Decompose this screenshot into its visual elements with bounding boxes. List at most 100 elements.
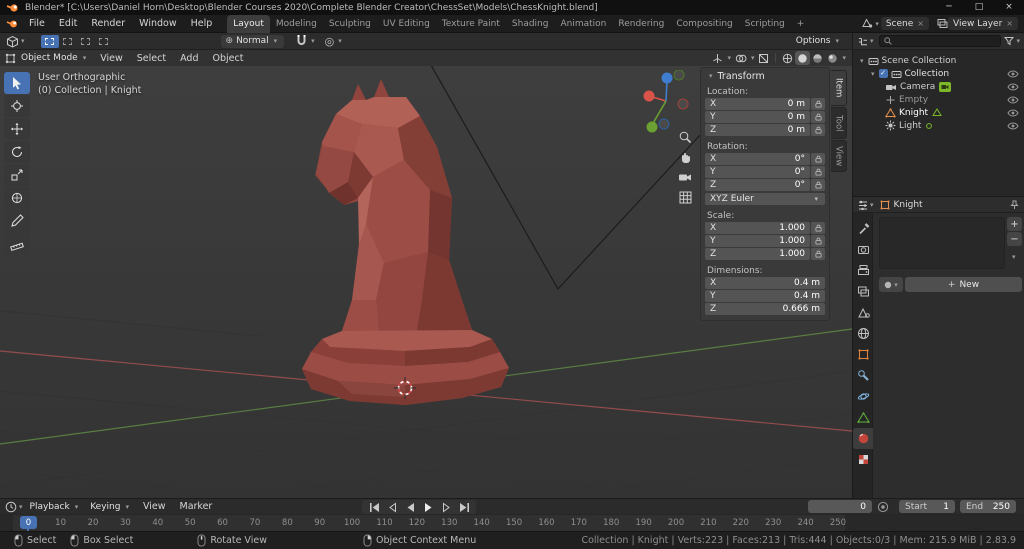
tab-tool[interactable]: Tool	[831, 107, 847, 139]
timeline-ruler[interactable]: 0 10 20 30 40 50 60 70 80 90 100 110 120 130 140 150 160…	[0, 514, 1024, 531]
gizmo-z-neg[interactable]	[658, 118, 670, 130]
zoom-icon[interactable]	[678, 130, 693, 145]
workspace-tab-texture-paint[interactable]: Texture Paint	[436, 15, 506, 33]
unlink-view-layer-icon[interactable]: ×	[1006, 19, 1013, 28]
proportional-editing-icon[interactable]: ◎	[323, 35, 337, 48]
filter-icon[interactable]	[1004, 36, 1015, 46]
collection-checkbox[interactable]: ✓	[878, 69, 888, 78]
expand-icon[interactable]: ▾	[860, 57, 864, 65]
lock-icon[interactable]	[811, 248, 825, 260]
lock-icon[interactable]	[811, 111, 825, 123]
view-layer-selector[interactable]: View Layer ×	[947, 17, 1018, 30]
maximize-button[interactable]: □	[964, 0, 994, 15]
gizmo-y-axis[interactable]	[646, 121, 658, 133]
mode-dropdown[interactable]: Object Mode ▾	[16, 52, 93, 65]
outliner-search-input[interactable]	[878, 35, 1002, 47]
prev-keyframe-button[interactable]	[383, 501, 401, 514]
select-new-icon[interactable]	[40, 34, 59, 48]
eye-icon[interactable]	[1007, 82, 1019, 91]
add-workspace-button[interactable]: +	[791, 15, 811, 33]
pin-icon[interactable]	[1010, 200, 1019, 210]
camera-data-icon[interactable]	[939, 81, 952, 92]
tab-world[interactable]	[853, 323, 873, 344]
eye-icon[interactable]	[1007, 108, 1019, 117]
rotation-mode-dropdown[interactable]: XYZ Euler ▾	[705, 193, 825, 205]
outliner-editor-icon[interactable]	[857, 36, 868, 47]
dimensions-z-field[interactable]: Z 0.666 m	[705, 303, 825, 315]
gizmo-y-neg[interactable]	[673, 70, 685, 81]
outliner-row-camera[interactable]: Camera	[853, 80, 1024, 93]
tab-view[interactable]: View	[831, 140, 847, 172]
eye-icon[interactable]	[1007, 95, 1019, 104]
options-dropdown[interactable]: Options ▾	[791, 35, 846, 48]
viewport-3d[interactable]: User Orthographic (0) Collection | Knigh…	[0, 66, 852, 498]
tab-physics[interactable]	[853, 386, 873, 407]
scale-tool[interactable]	[4, 164, 30, 186]
jump-to-end-button[interactable]	[455, 501, 473, 514]
workspace-tab-scripting[interactable]: Scripting	[739, 15, 791, 33]
ortho-grid-icon[interactable]	[678, 190, 693, 205]
transform-panel-header[interactable]: ▾ Transform	[705, 68, 825, 84]
overlays-toggle-icon[interactable]	[733, 53, 749, 64]
minimize-button[interactable]: ─	[934, 0, 964, 15]
tab-output[interactable]	[853, 260, 873, 281]
gizmo-x-axis[interactable]	[643, 90, 655, 102]
annotate-tool[interactable]	[4, 210, 30, 232]
tab-scene[interactable]	[853, 302, 873, 323]
timeline-editor-icon[interactable]	[5, 501, 17, 513]
cursor-tool[interactable]	[4, 95, 30, 117]
outliner-row-scene-collection[interactable]: ▾ Scene Collection	[853, 54, 1024, 67]
play-button[interactable]	[419, 501, 437, 514]
tab-modifiers[interactable]	[853, 365, 873, 386]
end-frame-field[interactable]: End 250	[960, 500, 1016, 513]
keying-menu[interactable]: Keying ▾	[85, 500, 136, 513]
remove-slot-button[interactable]: −	[1007, 232, 1022, 246]
eye-icon[interactable]	[1007, 121, 1019, 130]
outliner-row-light[interactable]: Light	[853, 119, 1024, 132]
play-reverse-button[interactable]	[401, 501, 419, 514]
gizmo-z-axis[interactable]	[661, 72, 673, 84]
location-x-field[interactable]: X0 m	[705, 98, 810, 110]
menu-viewport-object[interactable]: Object	[205, 53, 250, 64]
menu-help[interactable]: Help	[184, 18, 220, 29]
gizmo-x-neg[interactable]	[677, 98, 689, 110]
dimensions-x-field[interactable]: X 0.4 m	[705, 277, 825, 289]
select-intersect-icon[interactable]	[95, 35, 113, 48]
workspace-tab-rendering[interactable]: Rendering	[612, 15, 670, 33]
outliner-row-knight[interactable]: Knight	[853, 106, 1024, 119]
rotation-x-field[interactable]: X 0°	[705, 153, 810, 165]
menu-viewport-select[interactable]: Select	[130, 53, 173, 64]
location-z-field[interactable]: Z0 m	[705, 124, 810, 136]
collapse-icon[interactable]: ▾	[709, 72, 713, 80]
timeline-view-menu[interactable]: View	[136, 501, 173, 512]
tab-render[interactable]	[853, 239, 873, 260]
start-frame-field[interactable]: Start 1	[899, 500, 955, 513]
scene-selector[interactable]: Scene ×	[880, 17, 929, 30]
lock-icon[interactable]	[811, 222, 825, 234]
workspace-tab-modeling[interactable]: Modeling	[270, 15, 323, 33]
menu-window[interactable]: Window	[132, 18, 183, 29]
shading-solid-icon[interactable]	[795, 51, 811, 65]
shading-material-icon[interactable]	[810, 53, 825, 64]
lock-icon[interactable]	[811, 153, 825, 165]
rotate-tool[interactable]	[4, 141, 30, 163]
menu-file[interactable]: File	[22, 18, 52, 29]
slot-specials-menu[interactable]: ▾	[1012, 253, 1016, 261]
timeline-marker-menu[interactable]: Marker	[173, 501, 220, 512]
expand-icon[interactable]: ▾	[871, 70, 875, 78]
current-frame-marker[interactable]: 0	[20, 516, 37, 529]
menu-viewport-add[interactable]: Add	[173, 53, 205, 64]
eye-icon[interactable]	[1007, 69, 1019, 78]
lock-icon[interactable]	[811, 124, 825, 136]
pan-hand-icon[interactable]	[678, 150, 693, 165]
measure-tool[interactable]	[4, 233, 30, 255]
lock-icon[interactable]	[811, 235, 825, 247]
transform-orientation-dropdown[interactable]: ⊕ Normal ▾	[220, 34, 285, 48]
tab-object[interactable]	[853, 344, 873, 365]
tab-view-layer[interactable]	[853, 281, 873, 302]
navigation-gizmo[interactable]	[632, 70, 696, 134]
shading-rendered-icon[interactable]	[825, 53, 840, 64]
shading-wireframe-icon[interactable]	[780, 53, 795, 64]
select-box-tool[interactable]	[4, 72, 30, 94]
auto-keying-icon[interactable]	[877, 501, 889, 513]
